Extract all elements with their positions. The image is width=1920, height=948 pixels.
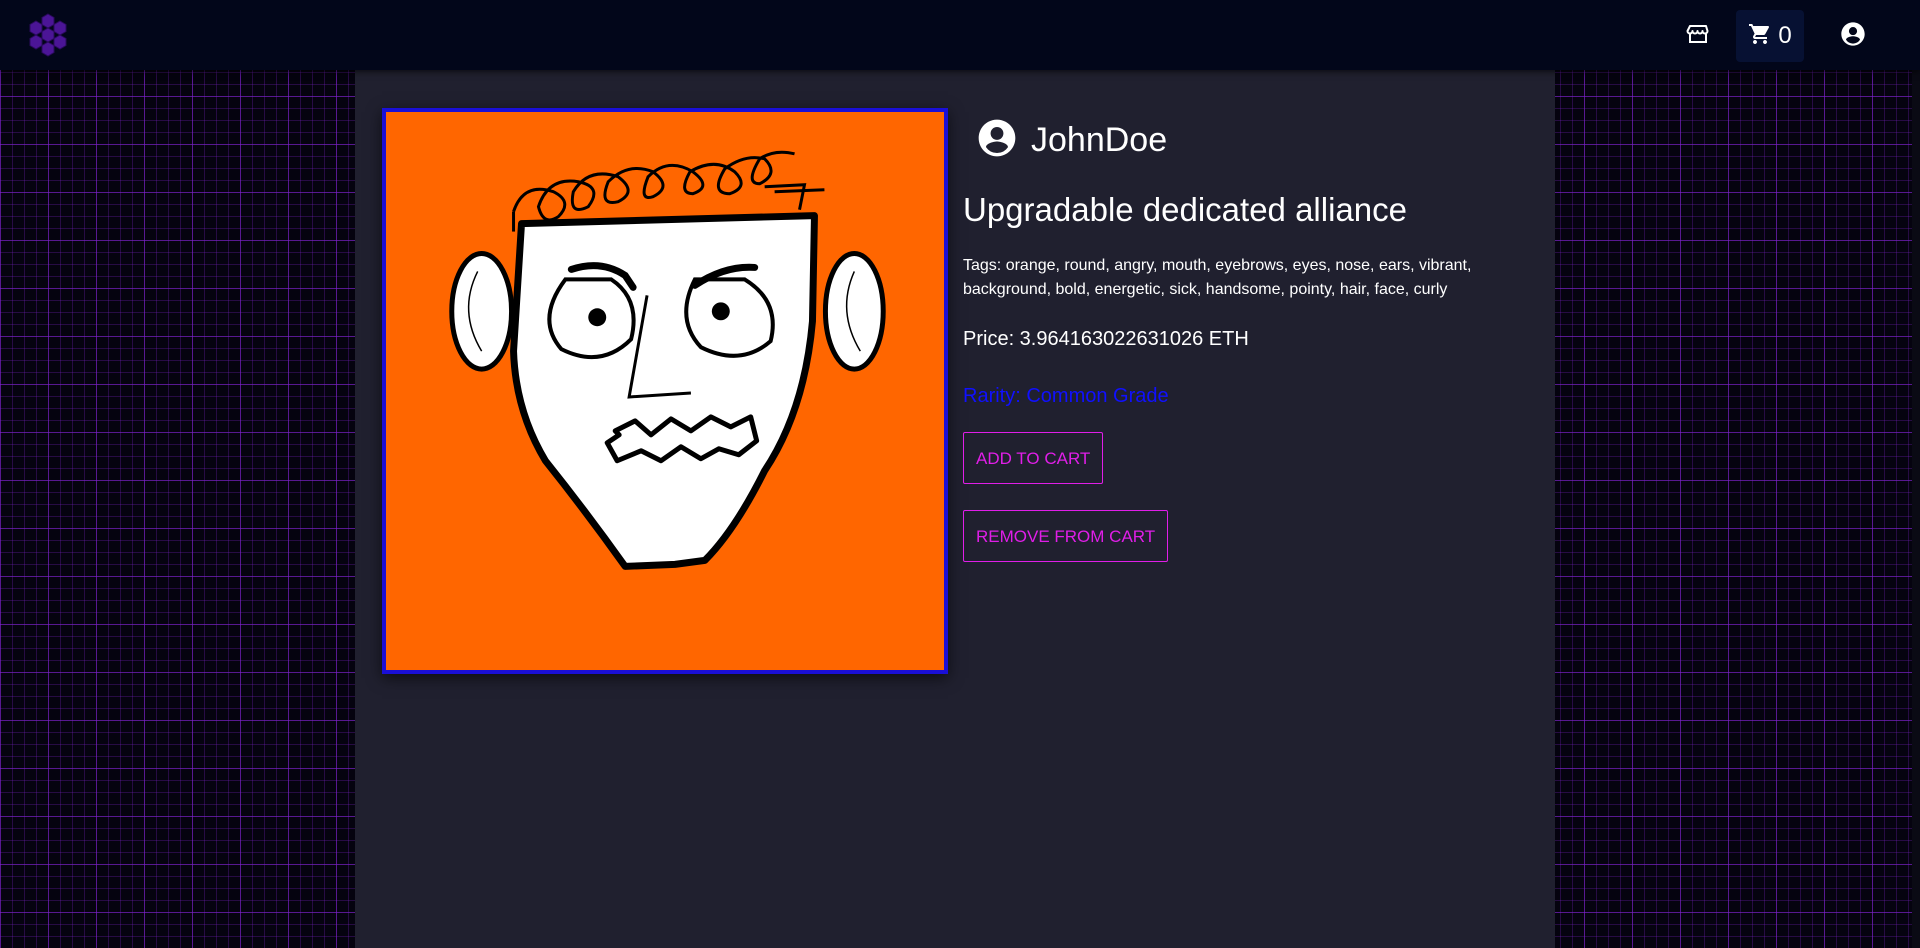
cart-count-badge: 0 [1778, 22, 1792, 49]
nft-artwork [382, 108, 948, 674]
nft-artwork-image [386, 112, 944, 670]
nft-price: Price: 3.964163022631026 ETH [963, 328, 1249, 350]
shopping-cart-icon [1748, 22, 1772, 51]
account-circle-icon [1839, 20, 1867, 53]
page-scrollbar[interactable] [1912, 70, 1920, 948]
nft-detail-panel: JohnDoe Upgradable dedicated alliance Ta… [355, 70, 1555, 948]
nft-rarity: Rarity: Common Grade [963, 385, 1169, 407]
nft-details: JohnDoe Upgradable dedicated alliance Ta… [963, 110, 1523, 562]
nft-title: Upgradable dedicated alliance [963, 191, 1407, 228]
remove-from-cart-button[interactable]: REMOVE FROM CART [963, 510, 1169, 562]
owner-info[interactable]: JohnDoe [975, 110, 1523, 170]
owner-name: JohnDoe [1031, 120, 1168, 159]
account-circle-icon [975, 116, 1019, 165]
nft-tags: Tags: orange, round, angry, mouth, eyebr… [963, 257, 1472, 298]
add-to-cart-button[interactable]: ADD TO CART [963, 432, 1104, 484]
store-button[interactable] [1676, 10, 1720, 62]
hexagon-logo-icon[interactable] [22, 10, 74, 62]
storefront-icon [1686, 22, 1710, 51]
cart-button[interactable]: 0 [1736, 10, 1804, 62]
app-bar: 0 [0, 0, 1920, 70]
account-button[interactable] [1830, 10, 1876, 62]
